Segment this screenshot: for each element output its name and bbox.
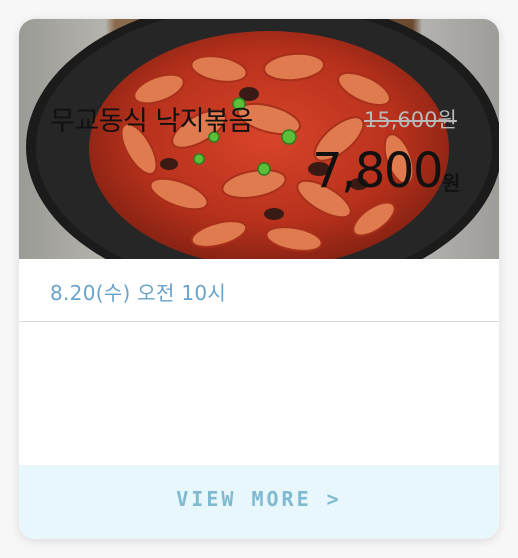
product-image[interactable] xyxy=(19,19,499,259)
sale-price: 7,800 xyxy=(312,143,443,199)
octopus-dish-illustration xyxy=(26,19,499,259)
view-more-label: VIEW MORE > xyxy=(176,487,342,511)
sale-date: 8.20(수) 오전 10시 xyxy=(50,281,227,305)
sale-date-row: 8.20(수) 오전 10시 xyxy=(19,259,499,322)
product-name: 무교동식 낙지볶음 xyxy=(50,106,253,137)
pixel-edge-divider xyxy=(19,462,499,468)
view-more-button[interactable]: VIEW MORE > xyxy=(19,462,499,539)
product-card[interactable]: 8.20(수) 오전 10시 무교동식 낙지볶음 15,600원 7,800 원… xyxy=(19,19,499,539)
currency-unit: 원 xyxy=(442,171,461,195)
original-price: 15,600원 xyxy=(364,108,457,132)
